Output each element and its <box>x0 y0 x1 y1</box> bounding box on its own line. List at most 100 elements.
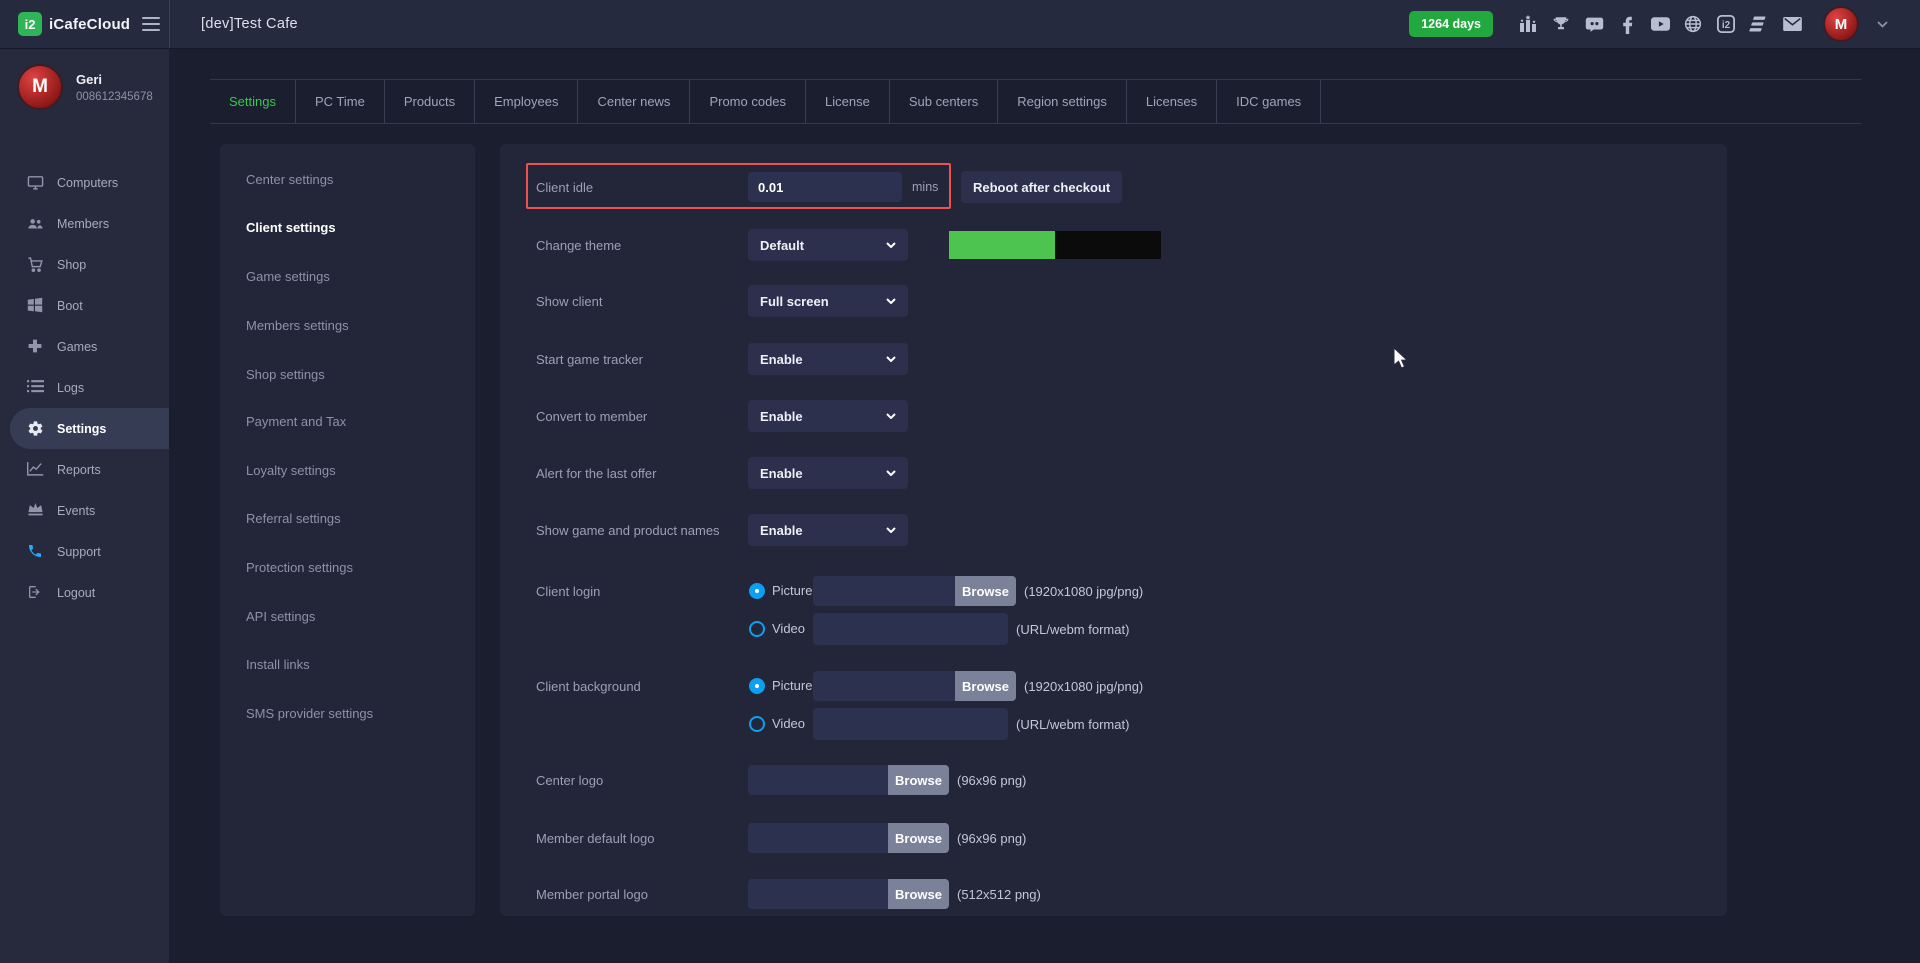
client-background-video-hint: (URL/webm format) <box>1016 709 1129 739</box>
icafecloud-logo-icon: i2 <box>18 12 42 36</box>
submenu-payment-and-tax[interactable]: Payment and Tax <box>246 412 346 432</box>
chevron-down-icon <box>886 242 896 248</box>
show-game-product-names-select[interactable]: Enable <box>748 514 908 546</box>
tab-pc-time[interactable]: PC Time <box>296 80 385 123</box>
layers-icon[interactable] <box>1749 14 1769 34</box>
center-logo-label: Center logo <box>536 764 603 796</box>
tab-license[interactable]: License <box>806 80 890 123</box>
tab-idc-games[interactable]: IDC games <box>1217 80 1321 123</box>
client-background-picture-browse-button[interactable]: Browse <box>955 671 1016 701</box>
tab-center-news[interactable]: Center news <box>578 80 690 123</box>
icafecloud-icon[interactable]: i2 <box>1716 14 1736 34</box>
chart-icon <box>27 461 44 478</box>
client-background-picture-radio[interactable] <box>749 678 765 694</box>
reboot-after-checkout-select[interactable]: Reboot after checkout <box>961 171 1122 203</box>
client-login-picture-input[interactable] <box>813 576 955 606</box>
center-logo-hint: (96x96 png) <box>957 765 1026 795</box>
client-idle-label: Client idle <box>536 171 593 203</box>
gamepad-icon <box>27 338 44 355</box>
client-settings-form: Client idle mins Reboot after checkout C… <box>500 144 1727 916</box>
client-background-picture-input[interactable] <box>813 671 955 701</box>
client-background-video-radio[interactable] <box>749 716 765 732</box>
show-client-label: Show client <box>536 285 602 317</box>
sidebar-item-boot[interactable]: Boot <box>0 285 169 326</box>
brand-name: iCafeCloud <box>49 16 130 33</box>
sidebar-item-computers[interactable]: Computers <box>0 162 169 203</box>
center-logo-browse-button[interactable]: Browse <box>888 765 949 795</box>
chevron-down-icon <box>886 356 896 362</box>
sidebar-item-support[interactable]: Support <box>0 531 169 572</box>
members-icon <box>27 215 44 232</box>
change-theme-select[interactable]: Default <box>748 229 908 261</box>
submenu-api-settings[interactable]: API settings <box>246 607 315 627</box>
client-login-picture-radio[interactable] <box>749 583 765 599</box>
tab-products[interactable]: Products <box>385 80 475 123</box>
trophy-icon[interactable] <box>1551 14 1571 34</box>
monitor-icon <box>27 174 44 191</box>
client-idle-input[interactable] <box>748 172 902 202</box>
client-login-video-input[interactable] <box>813 613 1008 645</box>
submenu-protection-settings[interactable]: Protection settings <box>246 558 353 578</box>
cart-icon <box>27 256 44 273</box>
submenu-members-settings[interactable]: Members settings <box>246 316 349 336</box>
client-background-video-input[interactable] <box>813 708 1008 740</box>
facebook-icon[interactable] <box>1617 14 1637 34</box>
settings-submenu: Center settings Client settings Game set… <box>220 144 475 916</box>
chevron-down-icon <box>886 298 896 304</box>
submenu-install-links[interactable]: Install links <box>246 655 310 675</box>
member-default-logo-input[interactable] <box>748 823 888 853</box>
tab-promo-codes[interactable]: Promo codes <box>690 80 806 123</box>
submenu-referral-settings[interactable]: Referral settings <box>246 509 341 529</box>
app-logo[interactable]: i2 iCafeCloud <box>18 12 130 36</box>
show-client-select[interactable]: Full screen <box>748 285 908 317</box>
sidebar-item-settings[interactable]: Settings <box>10 408 169 449</box>
start-game-tracker-select[interactable]: Enable <box>748 343 908 375</box>
user-avatar[interactable]: M <box>1823 6 1859 42</box>
user-profile[interactable]: M Geri 008612345678 <box>17 64 153 110</box>
submenu-game-settings[interactable]: Game settings <box>246 267 330 287</box>
gear-icon <box>27 420 44 437</box>
globe-icon[interactable] <box>1683 14 1703 34</box>
youtube-icon[interactable] <box>1650 14 1670 34</box>
phone-icon <box>27 543 44 560</box>
alert-last-offer-select[interactable]: Enable <box>748 457 908 489</box>
tabbar: Settings PC Time Products Employees Cent… <box>210 79 1861 124</box>
client-login-video-radio[interactable] <box>749 621 765 637</box>
submenu-center-settings[interactable]: Center settings <box>246 170 333 190</box>
sidebar-item-logs[interactable]: Logs <box>0 367 169 408</box>
sidebar-item-logout[interactable]: Logout <box>0 572 169 613</box>
tab-settings[interactable]: Settings <box>210 80 296 123</box>
sidebar-item-events[interactable]: Events <box>0 490 169 531</box>
submenu-client-settings[interactable]: Client settings <box>246 218 336 238</box>
theme-preview-black <box>1055 231 1161 259</box>
member-portal-logo-input[interactable] <box>748 879 888 909</box>
member-portal-logo-browse-button[interactable]: Browse <box>888 879 949 909</box>
member-default-logo-hint: (96x96 png) <box>957 823 1026 853</box>
tab-region-settings[interactable]: Region settings <box>998 80 1127 123</box>
topbar: i2 iCafeCloud [dev]Test Cafe 1264 days <box>0 0 1920 49</box>
mail-icon[interactable] <box>1782 14 1802 34</box>
sidebar-item-shop[interactable]: Shop <box>0 244 169 285</box>
tab-sub-centers[interactable]: Sub centers <box>890 80 998 123</box>
client-login-picture-browse-button[interactable]: Browse <box>955 576 1016 606</box>
member-portal-logo-label: Member portal logo <box>536 878 648 910</box>
ranking-icon[interactable] <box>1518 14 1538 34</box>
submenu-sms-provider-settings[interactable]: SMS provider settings <box>246 704 373 724</box>
hamburger-menu-icon[interactable] <box>142 17 160 31</box>
submenu-loyalty-settings[interactable]: Loyalty settings <box>246 461 336 481</box>
sidebar-item-members[interactable]: Members <box>0 203 169 244</box>
center-logo-input[interactable] <box>748 765 888 795</box>
tab-employees[interactable]: Employees <box>475 80 578 123</box>
start-game-tracker-label: Start game tracker <box>536 343 643 375</box>
tab-licenses[interactable]: Licenses <box>1127 80 1217 123</box>
sidebar: M Geri 008612345678 Computers Members Sh… <box>0 48 169 963</box>
submenu-shop-settings[interactable]: Shop settings <box>246 365 325 385</box>
discord-icon[interactable] <box>1584 14 1604 34</box>
chevron-down-icon[interactable] <box>1872 14 1892 34</box>
convert-to-member-select[interactable]: Enable <box>748 400 908 432</box>
sidebar-item-games[interactable]: Games <box>0 326 169 367</box>
member-default-logo-browse-button[interactable]: Browse <box>888 823 949 853</box>
license-days-badge[interactable]: 1264 days <box>1409 11 1493 37</box>
chevron-down-icon <box>886 470 896 476</box>
sidebar-item-reports[interactable]: Reports <box>0 449 169 490</box>
